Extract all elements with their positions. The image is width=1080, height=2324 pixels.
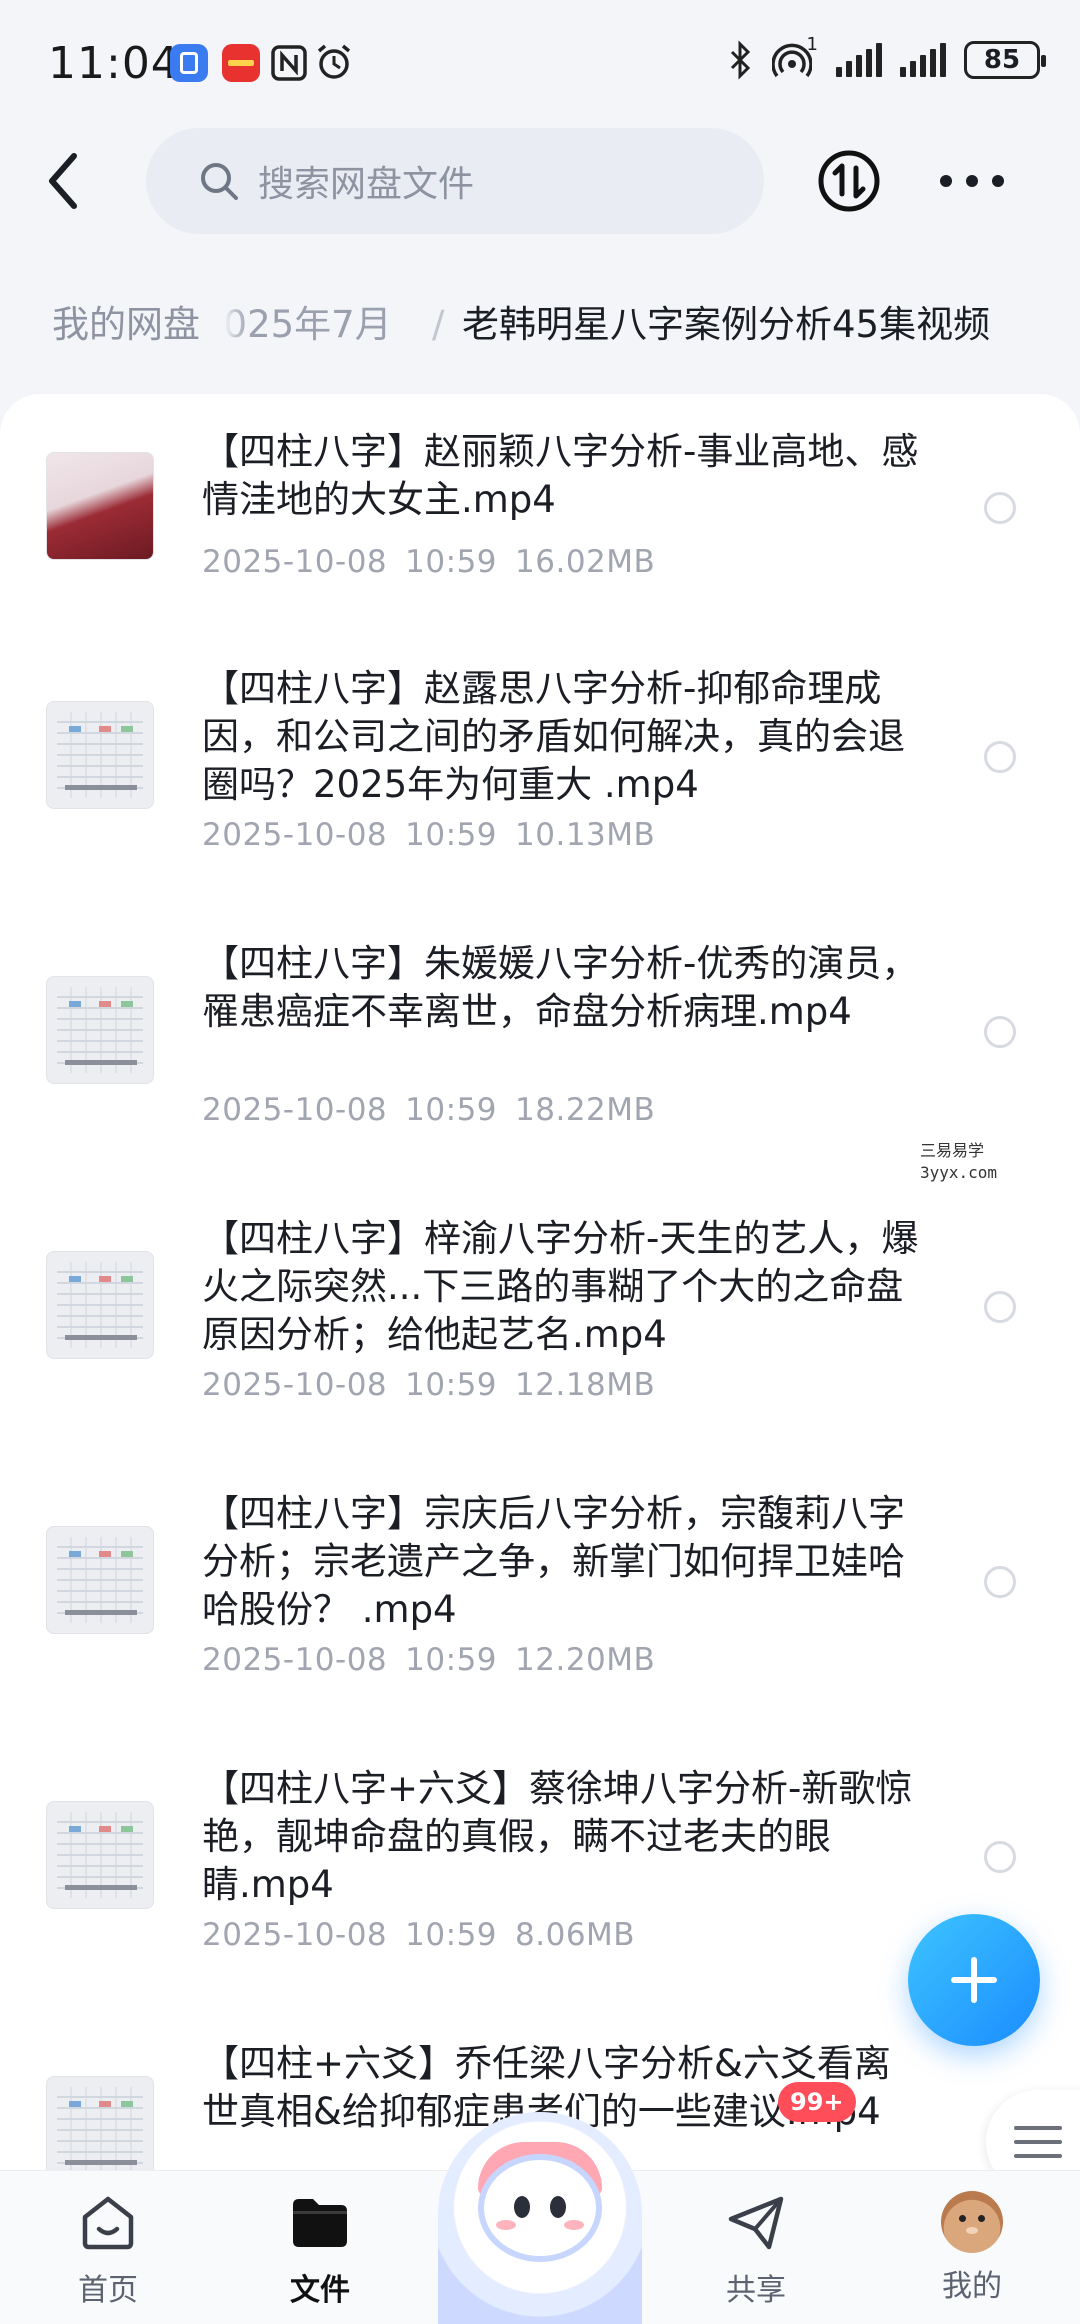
share-icon: [728, 2196, 784, 2250]
hotspot-icon: 1: [771, 34, 818, 80]
hotspot-sup: 1: [806, 34, 818, 55]
file-size: 10.13MB: [515, 817, 656, 853]
video-thumbnail: [46, 701, 154, 809]
file-date: 2025-10-08: [202, 544, 388, 580]
breadcrumb-current: 老韩明星八字案例分析45集视频: [462, 303, 991, 346]
file-date: 2025-10-08: [202, 1642, 388, 1678]
video-thumbnail: [46, 1251, 154, 1359]
file-title: 【四柱八字】宗庆后八字分析，宗馥莉八字分析；宗老遗产之争，新掌门如何捍卫娃哈哈股…: [202, 1492, 905, 1631]
battery-indicator: 85: [964, 41, 1046, 79]
breadcrumb-separator: /: [432, 303, 445, 346]
file-row[interactable]: 【四柱八字】赵丽颖八字分析-事业高地、感情洼地的大女主.mp4 2025-10-…: [0, 394, 1080, 669]
file-row[interactable]: 【四柱八字】宗庆后八字分析，宗馥莉八字分析；宗老遗产之争，新掌门如何捍卫娃哈哈股…: [0, 1492, 1080, 1769]
file-meta: 2025-10-08 10:59 12.18MB: [202, 1367, 673, 1403]
nav-share-label: 共享: [726, 2273, 786, 2308]
mascot-icon[interactable]: [438, 2112, 642, 2324]
file-meta: 2025-10-08 10:59 16.02MB: [202, 544, 673, 580]
avatar-icon: [941, 2191, 1003, 2253]
video-thumbnail: [46, 2076, 154, 2184]
status-right: 1 85: [728, 34, 1046, 80]
search-icon: [201, 163, 238, 200]
nav-home[interactable]: 首页: [28, 2191, 188, 2309]
file-time: 10:59: [405, 1917, 498, 1953]
video-thumbnail: [46, 1801, 154, 1909]
app-blue-icon: [170, 44, 208, 82]
file-meta: 2025-10-08 10:59 10.13MB: [202, 817, 673, 853]
back-icon[interactable]: [40, 148, 90, 214]
alarm-icon: [317, 44, 351, 79]
select-checkbox[interactable]: [984, 741, 1016, 773]
file-time: 10:59: [405, 544, 498, 580]
file-list: 【四柱八字】赵丽颖八字分析-事业高地、感情洼地的大女主.mp4 2025-10-…: [0, 394, 1080, 2184]
select-checkbox[interactable]: [984, 1291, 1016, 1323]
search-input[interactable]: 搜索网盘文件: [146, 128, 764, 234]
file-row[interactable]: 【四柱八字】朱媛媛八字分析-优秀的演员，罹患癌症不幸离世，命盘分析病理.mp4 …: [0, 942, 1080, 1219]
select-checkbox[interactable]: [984, 1016, 1016, 1048]
file-date: 2025-10-08: [202, 1367, 388, 1403]
file-size: 12.20MB: [515, 1642, 656, 1678]
video-thumbnail: [46, 976, 154, 1084]
add-button[interactable]: [908, 1914, 1040, 2046]
status-time: 11:04: [48, 38, 180, 89]
file-time: 10:59: [405, 817, 498, 853]
file-title: 【四柱八字】朱媛媛八字分析-优秀的演员，罹患癌症不幸离世，命盘分析病理.mp4: [202, 942, 919, 1033]
file-title: 【四柱八字】赵丽颖八字分析-事业高地、感情洼地的大女主.mp4: [202, 430, 919, 521]
select-checkbox[interactable]: [984, 492, 1016, 524]
file-size: 18.22MB: [515, 1092, 656, 1128]
signal-2-icon: [900, 43, 946, 77]
file-size: 12.18MB: [515, 1367, 656, 1403]
home-icon: [82, 2196, 134, 2250]
search-placeholder: 搜索网盘文件: [258, 164, 475, 205]
folder-icon: [293, 2199, 347, 2247]
signal-1-icon: [836, 43, 882, 77]
file-date: 2025-10-08: [202, 1092, 388, 1128]
file-meta: 2025-10-08 10:59 18.22MB: [202, 1092, 673, 1128]
select-checkbox[interactable]: [984, 1841, 1016, 1873]
watermark-line-1: 三易易学: [920, 1141, 985, 1160]
file-time: 10:59: [405, 1367, 498, 1403]
nav-files-label: 文件: [290, 2273, 350, 2308]
file-meta: 2025-10-08 10:59 8.06MB: [202, 1917, 653, 1953]
file-row[interactable]: 【四柱八字】梓渝八字分析-天生的艺人，爆火之际突然...下三路的事糊了个大的之命…: [0, 1217, 1080, 1494]
watermark: 三易易学 3yyx.com: [920, 1140, 997, 1184]
file-title: 【四柱八字+六爻】蔡徐坤八字分析-新歌惊艳，靓坤命盘的真假，瞒不过老夫的眼睛.m…: [202, 1767, 913, 1906]
file-row[interactable]: 【四柱八字】赵露思八字分析-抑郁命理成因，和公司之间的矛盾如何解决，真的会退圈吗…: [0, 667, 1080, 944]
breadcrumb: 2025年7月 我的网盘 / 老韩明星八字案例分析45集视频: [0, 288, 1080, 362]
file-time: 10:59: [405, 1092, 498, 1128]
app-red-icon: [222, 44, 260, 82]
watermark-line-2: 3yyx.com: [920, 1163, 998, 1182]
file-date: 2025-10-08: [202, 1917, 388, 1953]
file-size: 16.02MB: [515, 544, 656, 580]
breadcrumb-parent[interactable]: 2025年7月: [200, 288, 392, 362]
select-checkbox[interactable]: [984, 1566, 1016, 1598]
nav-me-label: 我的: [942, 2269, 1002, 2304]
breadcrumb-root[interactable]: 我的网盘: [22, 288, 224, 362]
file-title: 【四柱八字】赵露思八字分析-抑郁命理成因，和公司之间的矛盾如何解决，真的会退圈吗…: [202, 667, 905, 806]
file-date: 2025-10-08: [202, 817, 388, 853]
nav-me[interactable]: 我的: [892, 2191, 1052, 2305]
file-size: 8.06MB: [515, 1917, 636, 1953]
video-thumbnail: [46, 1526, 154, 1634]
bluetooth-icon: [730, 40, 751, 80]
nav-files[interactable]: 文件: [240, 2191, 400, 2309]
status-bar: 11:04 1 85: [0, 0, 1080, 120]
transfer-icon[interactable]: [816, 148, 882, 214]
nav-home-label: 首页: [78, 2273, 138, 2308]
nav-share[interactable]: 共享: [676, 2191, 836, 2309]
more-icon[interactable]: [940, 166, 1004, 196]
file-meta: 2025-10-08 10:59 12.20MB: [202, 1642, 673, 1678]
share-badge: 99+: [778, 2082, 856, 2122]
file-title: 【四柱八字】梓渝八字分析-天生的艺人，爆火之际突然...下三路的事糊了个大的之命…: [202, 1217, 919, 1356]
nfc-icon: [271, 45, 307, 81]
file-time: 10:59: [405, 1642, 498, 1678]
video-thumbnail: [46, 452, 154, 560]
